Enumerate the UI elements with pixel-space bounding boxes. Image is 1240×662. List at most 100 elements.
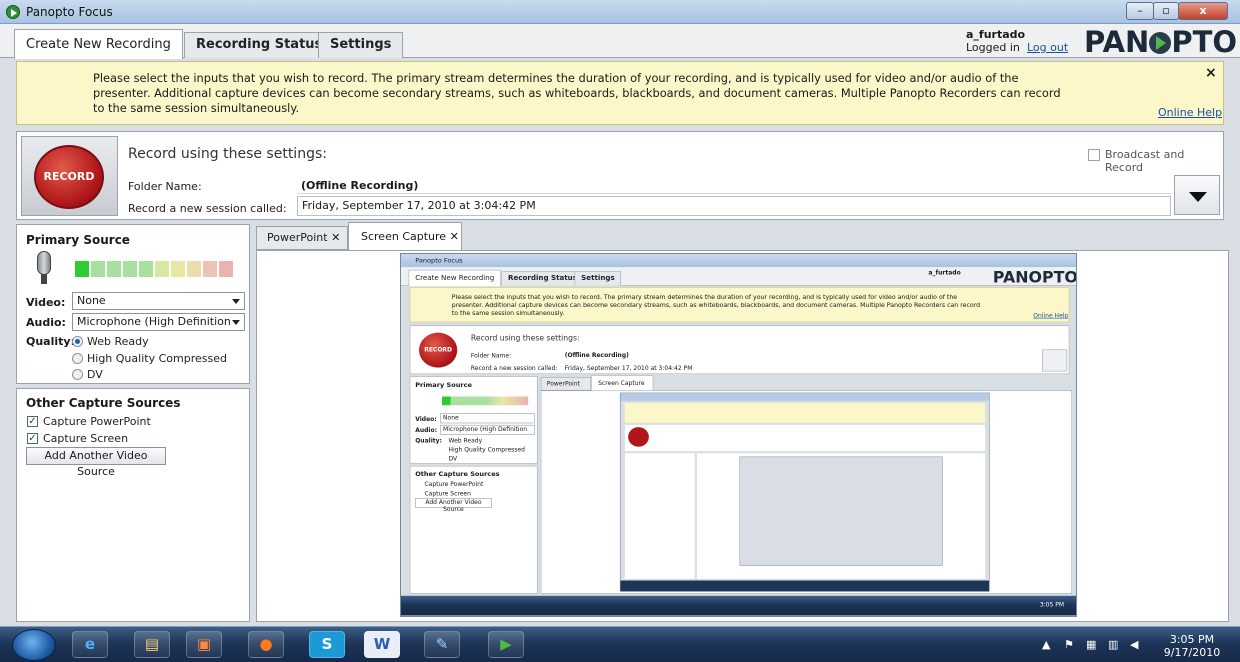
clock-date: 9/17/2010 [1163, 646, 1221, 659]
tab-screen-capture[interactable]: Screen Capture ✕ [348, 222, 462, 251]
system-clock[interactable]: 3:05 PM 9/17/2010 [1161, 633, 1223, 659]
volume-icon[interactable]: ◀ [1130, 638, 1138, 651]
firefox-icon[interactable]: ● [248, 631, 284, 658]
thumb-tab-create: Create New Recording [408, 269, 501, 287]
chevron-down-icon [232, 320, 240, 325]
audio-select[interactable]: Microphone (High Definition [72, 313, 245, 331]
tray-arrow-icon[interactable]: ▲ [1042, 638, 1050, 651]
explorer-icon[interactable]: ▤ [134, 631, 170, 658]
keyboard-icon[interactable]: ▦ [1086, 638, 1096, 651]
word-icon[interactable]: W [364, 631, 400, 658]
chevron-down-icon[interactable] [1174, 175, 1220, 215]
thumb-primary-title: Primary Source [415, 381, 472, 389]
add-video-source-button[interactable]: Add Another Video Source [26, 447, 166, 478]
broadcast-checkbox[interactable] [1088, 149, 1100, 161]
other-sources-title: Other Capture Sources [26, 396, 181, 410]
tab-recording-status[interactable]: Recording Status [184, 32, 335, 58]
paint-icon[interactable]: ✎ [424, 631, 460, 658]
capture-screen-label: Capture Screen [43, 432, 129, 445]
minimize-button[interactable]: – [1126, 2, 1154, 20]
thumb-logo-post: PTO [1041, 267, 1077, 287]
session-name-input[interactable]: Friday, September 17, 2010 at 3:04:42 PM [297, 196, 1171, 216]
meter-segment [123, 261, 137, 277]
thumb-logo-pre: PAN [992, 267, 1029, 287]
thumb-dropdown-button [1042, 349, 1068, 372]
clock-time: 3:05 PM [1169, 633, 1215, 646]
close-icon[interactable]: × [1205, 65, 1217, 81]
logout-link[interactable]: Log out [1027, 41, 1068, 54]
thumb-nested-banner [624, 403, 986, 423]
record-heading: Record using these settings: [128, 146, 327, 162]
thumb-add-source: Add Another Video Source [415, 498, 492, 513]
microphone-icon [37, 251, 51, 275]
logo-text-pre: PAN [1084, 25, 1150, 59]
thumb-tab-settings: Settings [574, 271, 622, 286]
thumb-record-heading: Record using these settings: [470, 333, 580, 343]
thumbnail-content: Panopto Focus Create New Recording Recor… [401, 254, 1077, 616]
skype-icon[interactable]: S [309, 631, 345, 658]
thumb-other-panel: Other Capture Sources Capture PowerPoint… [409, 465, 538, 594]
start-button[interactable] [12, 629, 56, 661]
word-letter: W [373, 635, 391, 653]
quality-radio-web-ready[interactable] [72, 336, 83, 347]
meter-segment [91, 261, 105, 277]
quality-option-label: High Quality Compressed [87, 352, 227, 365]
quality-radio-dv[interactable] [72, 369, 83, 380]
info-banner: Please select the inputs that you wish t… [16, 61, 1224, 125]
chevron-down-icon [232, 299, 240, 304]
logo-text-post: PTO [1171, 25, 1238, 59]
thumb-preview [540, 390, 1073, 594]
panopto-icon[interactable]: ▶ [488, 631, 524, 658]
thumb-title-bar [401, 254, 1076, 268]
thumb-other-title: Other Capture Sources [415, 470, 500, 478]
capture-powerpoint-checkbox[interactable]: ✓ [27, 416, 38, 427]
thumb-tab-powerpoint: PowerPoint [540, 377, 592, 391]
tab-create-new-recording[interactable]: Create New Recording [14, 29, 183, 59]
divider [297, 193, 1171, 194]
quality-option-label: Web Ready [87, 335, 149, 348]
thumb-video-label: Video: [415, 415, 437, 423]
tab-settings[interactable]: Settings [318, 32, 404, 58]
close-window-button[interactable]: x [1178, 2, 1228, 20]
meter-segment [155, 261, 169, 277]
thumb-folder-label: Folder Name: [470, 352, 512, 360]
thumb-info-banner: Please select the inputs that you wish t… [409, 287, 1070, 323]
thumb-folder-value: (Offline Recording) [564, 351, 629, 359]
online-help-link[interactable]: Online Help [1158, 106, 1222, 119]
window-title: Panopto Focus [26, 5, 113, 19]
primary-source-title: Primary Source [26, 233, 130, 247]
record-button-label: RECORD [34, 145, 104, 209]
capture-powerpoint-label: Capture PowerPoint [43, 415, 151, 428]
thumb-audio-select: Microphone (High Definition [440, 424, 535, 435]
close-icon[interactable]: ✕ [331, 231, 340, 244]
ie-icon[interactable]: e [72, 631, 108, 658]
quality-radio-high-quality[interactable] [72, 353, 83, 364]
thumb-nested-record-button [628, 427, 649, 447]
record-button[interactable]: RECORD [21, 136, 118, 216]
meter-segment [187, 261, 201, 277]
title-bar [0, 0, 1240, 24]
tab-screen-capture-label: Screen Capture [361, 230, 447, 243]
thumb-audio-label: Audio: [415, 426, 438, 434]
maximize-button[interactable]: ▫ [1153, 2, 1179, 20]
quality-label: Quality: [26, 335, 75, 348]
thumb-logo: PANOPTO [992, 267, 1077, 287]
session-name-label: Record a new session called: [128, 202, 287, 215]
media-icon[interactable]: ▣ [186, 631, 222, 658]
meter-segment [139, 261, 153, 277]
thumb-online-help: Online Help [1033, 311, 1069, 319]
thumb-session-label: Record a new session called: [470, 364, 558, 372]
info-text: Please select the inputs that you wish t… [93, 71, 1061, 115]
meter-segment [75, 261, 89, 277]
skype-letter: S [321, 635, 333, 653]
video-select[interactable]: None [72, 292, 245, 310]
flag-icon[interactable]: ⚑ [1064, 638, 1074, 651]
capture-screen-checkbox[interactable]: ✓ [27, 433, 38, 444]
close-icon[interactable]: ✕ [450, 230, 459, 243]
network-icon[interactable]: ▥ [1108, 638, 1118, 651]
thumb-quality-option: Web Ready [448, 436, 483, 445]
thumb-tab-screen-capture: Screen Capture [591, 375, 654, 392]
meter-segment [219, 261, 233, 277]
record-settings-panel: RECORD Record using these settings: Broa… [16, 131, 1224, 220]
tab-powerpoint[interactable]: PowerPoint ✕ [256, 226, 348, 250]
